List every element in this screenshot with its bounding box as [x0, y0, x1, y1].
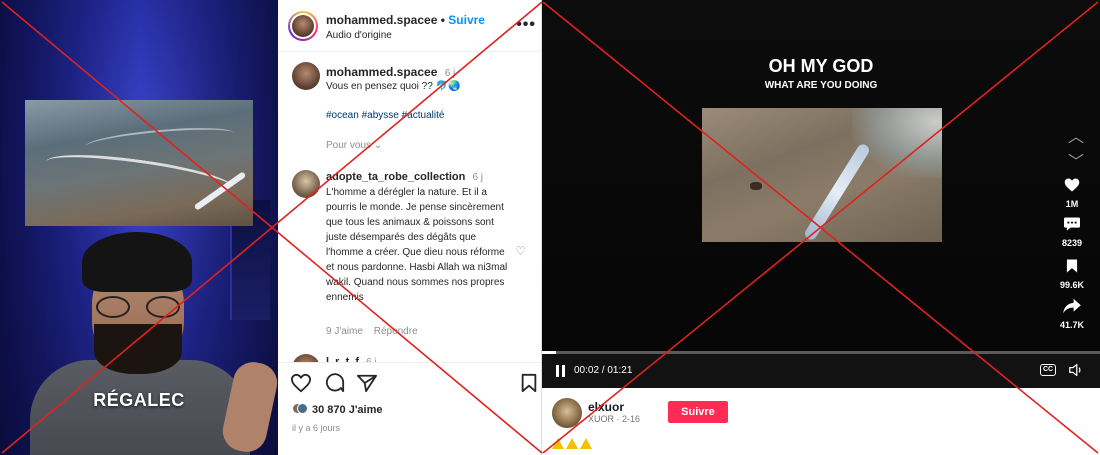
save-count: 99.6K: [1059, 280, 1085, 290]
ocean-footage-inset: [25, 100, 253, 226]
likes-count[interactable]: 30 870 J'aime: [292, 403, 383, 416]
separator-dot: •: [440, 13, 445, 27]
reply-button[interactable]: Répondre: [374, 326, 418, 337]
comment-like-heart-icon[interactable]: ♡: [515, 244, 526, 258]
author-avatar[interactable]: [552, 398, 582, 428]
pause-icon[interactable]: [556, 365, 566, 377]
presenter-beard: [94, 324, 182, 374]
chevron-down-icon[interactable]: ﹀: [1066, 148, 1086, 172]
heart-icon[interactable]: [290, 373, 312, 393]
presenter-hair: [82, 232, 192, 292]
comment-username[interactable]: adopte_ta_robe_collection: [326, 171, 465, 183]
beach-footage: [702, 108, 942, 242]
pour-vous-filter[interactable]: Pour vous ⌄: [326, 140, 382, 151]
comment-count: 8239: [1061, 238, 1083, 248]
like-count: 1M: [1065, 199, 1079, 209]
like-action[interactable]: 1M: [1052, 177, 1092, 209]
commenter-avatar[interactable]: [292, 170, 320, 198]
post-actions-bar: 30 870 J'aime il y a 6 jours: [278, 362, 542, 455]
follow-button[interactable]: Suivre: [448, 13, 485, 27]
comment-meta: 9 J'aime Répondre: [326, 326, 418, 337]
audio-label[interactable]: Audio d'origine: [326, 30, 392, 41]
crab-figure: [750, 182, 762, 190]
caption-warning-emojis: [552, 436, 594, 450]
wave-wash: [852, 108, 942, 178]
posted-ago: il y a 6 jours: [292, 423, 341, 433]
wave-foam: [84, 123, 236, 157]
instagram-reel-video[interactable]: RÉGALEC: [0, 0, 278, 455]
author-username[interactable]: mohammed.spacee: [326, 13, 437, 27]
oarfish-figure: [802, 142, 872, 242]
likes-count-text: 30 870 J'aime: [312, 404, 383, 416]
comment-author-line: adopte_ta_robe_collection 6 j: [326, 171, 483, 183]
comment-action[interactable]: 8239: [1052, 216, 1092, 248]
pour-vous-label: Pour vous: [326, 140, 372, 151]
presenter-glasses: [96, 296, 180, 318]
warning-icon: [566, 438, 578, 449]
author-avatar[interactable]: [288, 11, 318, 41]
video-time: 00:02 / 01:21: [574, 365, 633, 376]
author-handle-date: XUOR · 2-16: [588, 414, 641, 424]
caption-time: 6 j: [444, 68, 456, 79]
warning-icon: [580, 438, 592, 449]
more-horizontal-icon[interactable]: •••: [516, 16, 536, 34]
comment-icon: [1064, 217, 1080, 231]
closed-captions-icon[interactable]: CC: [1040, 364, 1056, 376]
save-action[interactable]: 99.6K: [1052, 258, 1092, 290]
video-title-overlay: OH MY GOD: [768, 56, 874, 76]
caption-hashtags[interactable]: #ocean #abysse #actualité: [326, 108, 526, 123]
comment-icon[interactable]: [324, 373, 346, 393]
bookmark-icon: [1066, 259, 1078, 273]
post-header: mohammed.spacee • Suivre Audio d'origine…: [278, 0, 542, 52]
video-author-info: elxuor XUOR · 2-16 Suivre: [542, 388, 1100, 455]
bookmark-icon[interactable]: [520, 373, 538, 393]
tiktok-player: OH MY GOD WHAT ARE YOU DOING ︿ ﹀ 1M 8239: [542, 0, 1100, 455]
share-arrow-icon: [1063, 298, 1081, 314]
tiktok-video[interactable]: OH MY GOD WHAT ARE YOU DOING ︿ ﹀ 1M 8239: [542, 0, 1100, 388]
author-username[interactable]: elxuor: [588, 400, 624, 414]
caption-text: Vous en pensez quoi ?? 🐬🌏: [326, 81, 461, 92]
share-icon[interactable]: [356, 373, 378, 393]
share-count: 41.7K: [1059, 320, 1085, 330]
liker-avatars: [292, 403, 308, 415]
video-caption-overlay: RÉGALEC: [93, 390, 185, 410]
caption-author-line: mohammed.spacee 6 j: [326, 65, 455, 79]
comment-time: 6 j: [472, 172, 483, 183]
warning-icon: [552, 438, 564, 449]
caption-username[interactable]: mohammed.spacee: [326, 65, 437, 79]
heart-icon: [1064, 178, 1080, 192]
follow-button[interactable]: Suivre: [668, 401, 728, 423]
chevron-up-icon[interactable]: ︿: [1066, 123, 1086, 147]
share-action[interactable]: 41.7K: [1052, 298, 1092, 330]
volume-icon[interactable]: [1068, 363, 1084, 377]
header-author: mohammed.spacee • Suivre: [326, 13, 485, 27]
player-controls: 00:02 / 01:21 CC: [542, 354, 1100, 388]
video-subtitle-overlay: WHAT ARE YOU DOING: [764, 80, 878, 91]
comment-text: L'homme a dérégler la nature. Et il a po…: [326, 187, 508, 303]
caption-avatar[interactable]: [292, 62, 320, 90]
presenter-figure: [30, 232, 278, 455]
chevron-down-icon: ⌄: [373, 140, 383, 151]
instagram-comments-panel: mohammed.spacee • Suivre Audio d'origine…: [278, 0, 542, 455]
comment-likes[interactable]: 9 J'aime: [326, 326, 363, 337]
